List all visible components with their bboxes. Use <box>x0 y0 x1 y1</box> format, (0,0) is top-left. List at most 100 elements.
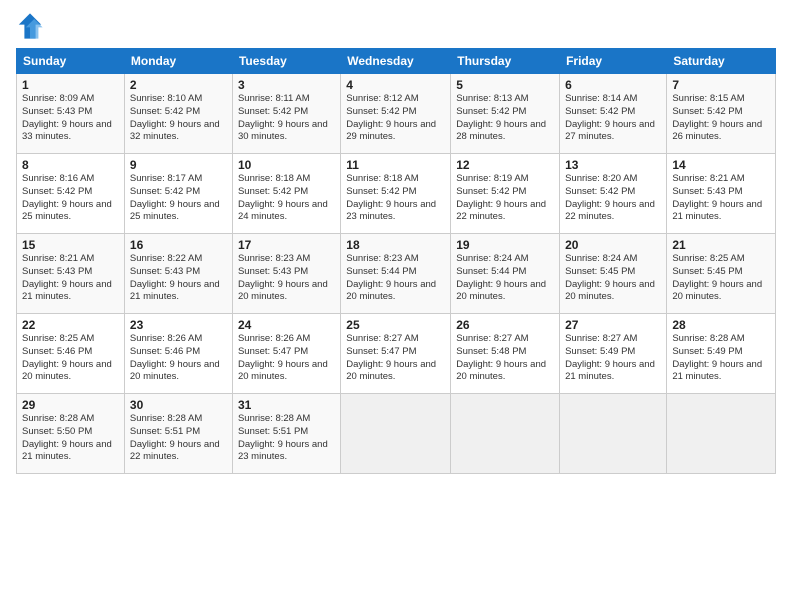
calendar-cell: 1Sunrise: 8:09 AMSunset: 5:43 PMDaylight… <box>17 74 125 154</box>
day-info: Sunrise: 8:15 AMSunset: 5:42 PMDaylight:… <box>672 93 770 144</box>
calendar-cell: 25Sunrise: 8:27 AMSunset: 5:47 PMDayligh… <box>341 314 451 394</box>
day-number: 9 <box>130 158 227 172</box>
day-info: Sunrise: 8:12 AMSunset: 5:42 PMDaylight:… <box>346 93 445 144</box>
calendar: SundayMondayTuesdayWednesdayThursdayFrid… <box>16 48 776 474</box>
header <box>16 12 776 40</box>
day-info: Sunrise: 8:26 AMSunset: 5:47 PMDaylight:… <box>238 333 335 384</box>
day-number: 31 <box>238 398 335 412</box>
day-number: 14 <box>672 158 770 172</box>
calendar-cell: 20Sunrise: 8:24 AMSunset: 5:45 PMDayligh… <box>560 234 667 314</box>
day-info: Sunrise: 8:26 AMSunset: 5:46 PMDaylight:… <box>130 333 227 384</box>
day-number: 18 <box>346 238 445 252</box>
day-info: Sunrise: 8:27 AMSunset: 5:48 PMDaylight:… <box>456 333 554 384</box>
day-info: Sunrise: 8:17 AMSunset: 5:42 PMDaylight:… <box>130 173 227 224</box>
calendar-cell: 9Sunrise: 8:17 AMSunset: 5:42 PMDaylight… <box>124 154 232 234</box>
week-row-1: 1Sunrise: 8:09 AMSunset: 5:43 PMDaylight… <box>17 74 776 154</box>
day-number: 24 <box>238 318 335 332</box>
weekday-header-tuesday: Tuesday <box>232 49 340 74</box>
calendar-cell: 28Sunrise: 8:28 AMSunset: 5:49 PMDayligh… <box>667 314 776 394</box>
calendar-cell: 22Sunrise: 8:25 AMSunset: 5:46 PMDayligh… <box>17 314 125 394</box>
day-info: Sunrise: 8:11 AMSunset: 5:42 PMDaylight:… <box>238 93 335 144</box>
calendar-cell: 16Sunrise: 8:22 AMSunset: 5:43 PMDayligh… <box>124 234 232 314</box>
day-info: Sunrise: 8:24 AMSunset: 5:44 PMDaylight:… <box>456 253 554 304</box>
day-info: Sunrise: 8:21 AMSunset: 5:43 PMDaylight:… <box>22 253 119 304</box>
day-number: 28 <box>672 318 770 332</box>
day-info: Sunrise: 8:19 AMSunset: 5:42 PMDaylight:… <box>456 173 554 224</box>
day-number: 22 <box>22 318 119 332</box>
day-number: 26 <box>456 318 554 332</box>
day-info: Sunrise: 8:28 AMSunset: 5:50 PMDaylight:… <box>22 413 119 464</box>
calendar-cell: 13Sunrise: 8:20 AMSunset: 5:42 PMDayligh… <box>560 154 667 234</box>
logo-icon <box>16 12 44 40</box>
calendar-cell: 7Sunrise: 8:15 AMSunset: 5:42 PMDaylight… <box>667 74 776 154</box>
calendar-cell: 14Sunrise: 8:21 AMSunset: 5:43 PMDayligh… <box>667 154 776 234</box>
day-number: 7 <box>672 78 770 92</box>
calendar-cell <box>451 394 560 474</box>
day-number: 13 <box>565 158 661 172</box>
day-info: Sunrise: 8:09 AMSunset: 5:43 PMDaylight:… <box>22 93 119 144</box>
day-number: 8 <box>22 158 119 172</box>
day-number: 16 <box>130 238 227 252</box>
weekday-header-row: SundayMondayTuesdayWednesdayThursdayFrid… <box>17 49 776 74</box>
day-info: Sunrise: 8:21 AMSunset: 5:43 PMDaylight:… <box>672 173 770 224</box>
day-number: 11 <box>346 158 445 172</box>
calendar-cell: 30Sunrise: 8:28 AMSunset: 5:51 PMDayligh… <box>124 394 232 474</box>
calendar-cell: 12Sunrise: 8:19 AMSunset: 5:42 PMDayligh… <box>451 154 560 234</box>
calendar-cell: 15Sunrise: 8:21 AMSunset: 5:43 PMDayligh… <box>17 234 125 314</box>
day-info: Sunrise: 8:13 AMSunset: 5:42 PMDaylight:… <box>456 93 554 144</box>
weekday-header-saturday: Saturday <box>667 49 776 74</box>
day-number: 1 <box>22 78 119 92</box>
day-info: Sunrise: 8:14 AMSunset: 5:42 PMDaylight:… <box>565 93 661 144</box>
day-number: 3 <box>238 78 335 92</box>
day-info: Sunrise: 8:18 AMSunset: 5:42 PMDaylight:… <box>346 173 445 224</box>
day-info: Sunrise: 8:28 AMSunset: 5:49 PMDaylight:… <box>672 333 770 384</box>
day-number: 17 <box>238 238 335 252</box>
day-number: 6 <box>565 78 661 92</box>
calendar-cell: 11Sunrise: 8:18 AMSunset: 5:42 PMDayligh… <box>341 154 451 234</box>
day-number: 27 <box>565 318 661 332</box>
day-number: 10 <box>238 158 335 172</box>
weekday-header-wednesday: Wednesday <box>341 49 451 74</box>
weekday-header-thursday: Thursday <box>451 49 560 74</box>
week-row-4: 22Sunrise: 8:25 AMSunset: 5:46 PMDayligh… <box>17 314 776 394</box>
calendar-cell: 18Sunrise: 8:23 AMSunset: 5:44 PMDayligh… <box>341 234 451 314</box>
day-info: Sunrise: 8:23 AMSunset: 5:44 PMDaylight:… <box>346 253 445 304</box>
calendar-cell: 17Sunrise: 8:23 AMSunset: 5:43 PMDayligh… <box>232 234 340 314</box>
weekday-header-sunday: Sunday <box>17 49 125 74</box>
calendar-cell: 8Sunrise: 8:16 AMSunset: 5:42 PMDaylight… <box>17 154 125 234</box>
calendar-cell: 26Sunrise: 8:27 AMSunset: 5:48 PMDayligh… <box>451 314 560 394</box>
weekday-header-friday: Friday <box>560 49 667 74</box>
day-info: Sunrise: 8:18 AMSunset: 5:42 PMDaylight:… <box>238 173 335 224</box>
calendar-cell: 2Sunrise: 8:10 AMSunset: 5:42 PMDaylight… <box>124 74 232 154</box>
day-number: 20 <box>565 238 661 252</box>
day-info: Sunrise: 8:28 AMSunset: 5:51 PMDaylight:… <box>130 413 227 464</box>
page: SundayMondayTuesdayWednesdayThursdayFrid… <box>0 0 792 612</box>
day-info: Sunrise: 8:20 AMSunset: 5:42 PMDaylight:… <box>565 173 661 224</box>
calendar-cell: 3Sunrise: 8:11 AMSunset: 5:42 PMDaylight… <box>232 74 340 154</box>
calendar-cell: 24Sunrise: 8:26 AMSunset: 5:47 PMDayligh… <box>232 314 340 394</box>
calendar-cell: 21Sunrise: 8:25 AMSunset: 5:45 PMDayligh… <box>667 234 776 314</box>
day-info: Sunrise: 8:22 AMSunset: 5:43 PMDaylight:… <box>130 253 227 304</box>
day-number: 25 <box>346 318 445 332</box>
calendar-cell <box>560 394 667 474</box>
week-row-5: 29Sunrise: 8:28 AMSunset: 5:50 PMDayligh… <box>17 394 776 474</box>
calendar-cell: 10Sunrise: 8:18 AMSunset: 5:42 PMDayligh… <box>232 154 340 234</box>
day-number: 2 <box>130 78 227 92</box>
weekday-header-monday: Monday <box>124 49 232 74</box>
calendar-cell <box>341 394 451 474</box>
day-number: 12 <box>456 158 554 172</box>
calendar-cell: 5Sunrise: 8:13 AMSunset: 5:42 PMDaylight… <box>451 74 560 154</box>
day-info: Sunrise: 8:25 AMSunset: 5:46 PMDaylight:… <box>22 333 119 384</box>
day-info: Sunrise: 8:23 AMSunset: 5:43 PMDaylight:… <box>238 253 335 304</box>
calendar-cell: 27Sunrise: 8:27 AMSunset: 5:49 PMDayligh… <box>560 314 667 394</box>
day-number: 30 <box>130 398 227 412</box>
day-number: 19 <box>456 238 554 252</box>
day-number: 15 <box>22 238 119 252</box>
day-number: 29 <box>22 398 119 412</box>
calendar-cell: 19Sunrise: 8:24 AMSunset: 5:44 PMDayligh… <box>451 234 560 314</box>
calendar-cell: 29Sunrise: 8:28 AMSunset: 5:50 PMDayligh… <box>17 394 125 474</box>
day-info: Sunrise: 8:25 AMSunset: 5:45 PMDaylight:… <box>672 253 770 304</box>
calendar-cell: 4Sunrise: 8:12 AMSunset: 5:42 PMDaylight… <box>341 74 451 154</box>
day-info: Sunrise: 8:28 AMSunset: 5:51 PMDaylight:… <box>238 413 335 464</box>
day-info: Sunrise: 8:27 AMSunset: 5:49 PMDaylight:… <box>565 333 661 384</box>
